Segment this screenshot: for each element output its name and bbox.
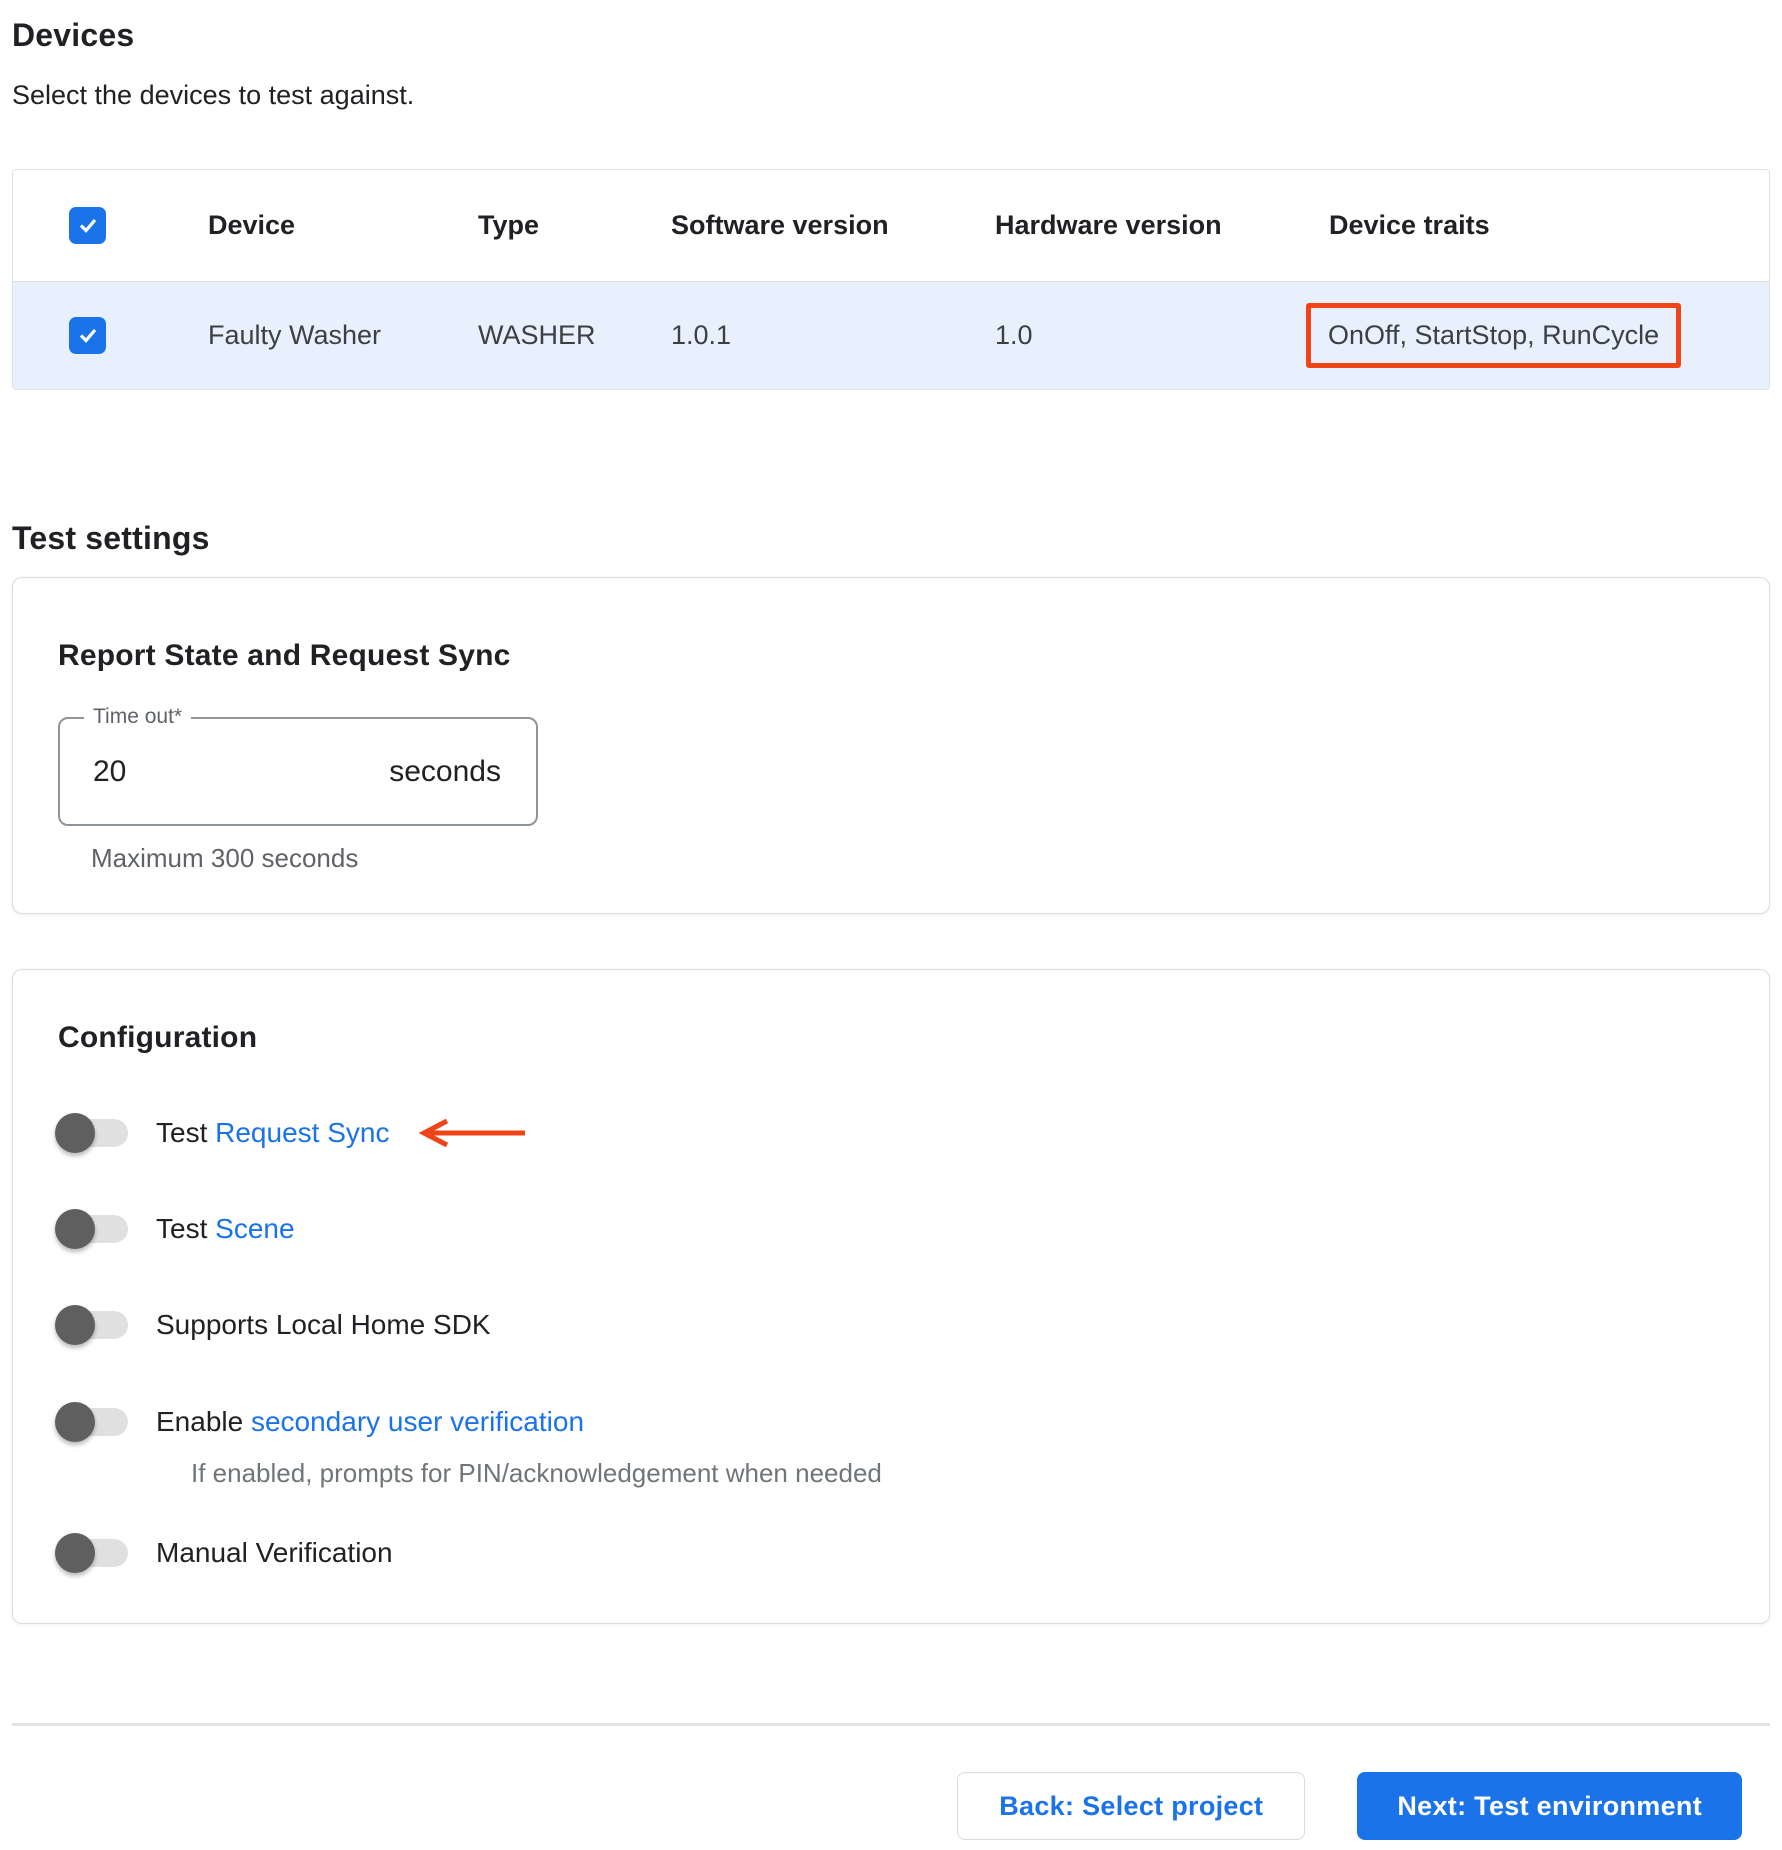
cell-software-version: 1.0.1 <box>671 320 732 350</box>
footer-button-bar: Back: Select project Next: Test environm… <box>12 1772 1770 1840</box>
cell-device-type: WASHER <box>478 320 596 350</box>
request-sync-link[interactable]: Request Sync <box>215 1117 389 1148</box>
column-header-device-traits: Device traits <box>1329 210 1490 240</box>
secondary-user-verification-toggle[interactable] <box>55 1402 128 1442</box>
configuration-card-title: Configuration <box>58 1021 258 1054</box>
timeout-input-value[interactable]: 20 <box>93 755 389 789</box>
cell-device-name: Faulty Washer <box>208 320 382 350</box>
toggle-label-text: Supports Local Home SDK <box>156 1309 491 1340</box>
device-row-checkbox[interactable] <box>69 316 106 354</box>
secondary-user-verification-helper: If enabled, prompts for PIN/acknowledgem… <box>191 1458 882 1488</box>
configuration-card: Configuration Test Request Sync Test Sce… <box>12 969 1770 1624</box>
row-checkbox-cell <box>13 316 196 355</box>
checkmark-icon <box>79 219 96 234</box>
toggle-group-secondary-user-verification: Enable secondary user verification If en… <box>55 1387 1724 1488</box>
column-header-software-version: Software version <box>671 210 889 240</box>
toggle-row-local-home-sdk: Supports Local Home SDK <box>55 1290 1724 1360</box>
red-arrow-annotation-icon <box>419 1118 526 1148</box>
test-suite-settings-page: Devices Select the devices to test again… <box>0 16 1782 1840</box>
toggle-label: Test Scene <box>156 1213 295 1245</box>
devices-section-subtitle: Select the devices to test against. <box>12 80 415 110</box>
toggle-thumb <box>55 1305 95 1345</box>
toggle-thumb <box>55 1113 95 1153</box>
toggle-row-manual-verification: Manual Verification <box>55 1518 1724 1588</box>
toggle-row-test-request-sync: Test Request Sync <box>55 1098 1724 1168</box>
scene-link[interactable]: Scene <box>215 1213 294 1244</box>
toggle-label: Test Request Sync <box>156 1117 389 1149</box>
timeout-helper-text: Maximum 300 seconds <box>91 843 359 873</box>
timeout-input[interactable]: Time out* 20 seconds <box>58 705 538 826</box>
toggle-thumb <box>55 1402 95 1442</box>
toggle-row-test-scene: Test Scene <box>55 1194 1724 1264</box>
manual-verification-toggle[interactable] <box>55 1533 128 1573</box>
column-header-hardware-version: Hardware version <box>995 210 1222 240</box>
local-home-sdk-toggle[interactable] <box>55 1305 128 1345</box>
toggle-label-text: Enable <box>156 1406 251 1437</box>
toggle-label-text: Test <box>156 1213 216 1244</box>
report-state-card: Report State and Request Sync Time out* … <box>12 577 1770 914</box>
column-header-type: Type <box>478 210 540 240</box>
device-table: Device Type Software version Hardware ve… <box>12 169 1770 390</box>
table-row: Faulty Washer WASHER 1.0.1 1.0 OnOff, St… <box>13 282 1769 389</box>
device-traits-annotation-box: OnOff, StartStop, RunCycle <box>1306 303 1682 368</box>
toggle-label: Manual Verification <box>156 1537 393 1569</box>
header-checkbox-cell <box>13 206 196 245</box>
device-traits-value: OnOff, StartStop, RunCycle <box>1328 320 1660 350</box>
checkmark-icon <box>79 329 96 344</box>
cell-device-traits: OnOff, StartStop, RunCycle <box>1306 303 1769 368</box>
secondary-user-verification-link[interactable]: secondary user verification <box>251 1406 584 1437</box>
report-state-card-title: Report State and Request Sync <box>58 639 511 672</box>
toggle-row-secondary-user-verification: Enable secondary user verification <box>55 1387 1724 1457</box>
back-select-project-button[interactable]: Back: Select project <box>957 1772 1306 1840</box>
toggle-label-text: Manual Verification <box>156 1537 393 1568</box>
test-settings-title: Test settings <box>12 520 210 556</box>
select-all-checkbox[interactable] <box>69 206 106 244</box>
toggle-thumb <box>55 1209 95 1249</box>
next-test-environment-button[interactable]: Next: Test environment <box>1357 1772 1742 1840</box>
footer-divider <box>12 1723 1770 1726</box>
devices-section-title: Devices <box>12 17 135 53</box>
cell-hardware-version: 1.0 <box>995 320 1033 350</box>
toggle-label: Enable secondary user verification <box>156 1406 584 1438</box>
toggle-label: Supports Local Home SDK <box>156 1309 491 1341</box>
device-table-header-row: Device Type Software version Hardware ve… <box>13 170 1769 282</box>
test-scene-toggle[interactable] <box>55 1209 128 1249</box>
test-request-sync-toggle[interactable] <box>55 1113 128 1153</box>
timeout-input-label: Time out* <box>84 705 192 729</box>
timeout-input-unit: seconds <box>389 754 501 788</box>
toggle-thumb <box>55 1533 95 1573</box>
toggle-label-text: Test <box>156 1117 216 1148</box>
column-header-device: Device <box>208 210 296 240</box>
